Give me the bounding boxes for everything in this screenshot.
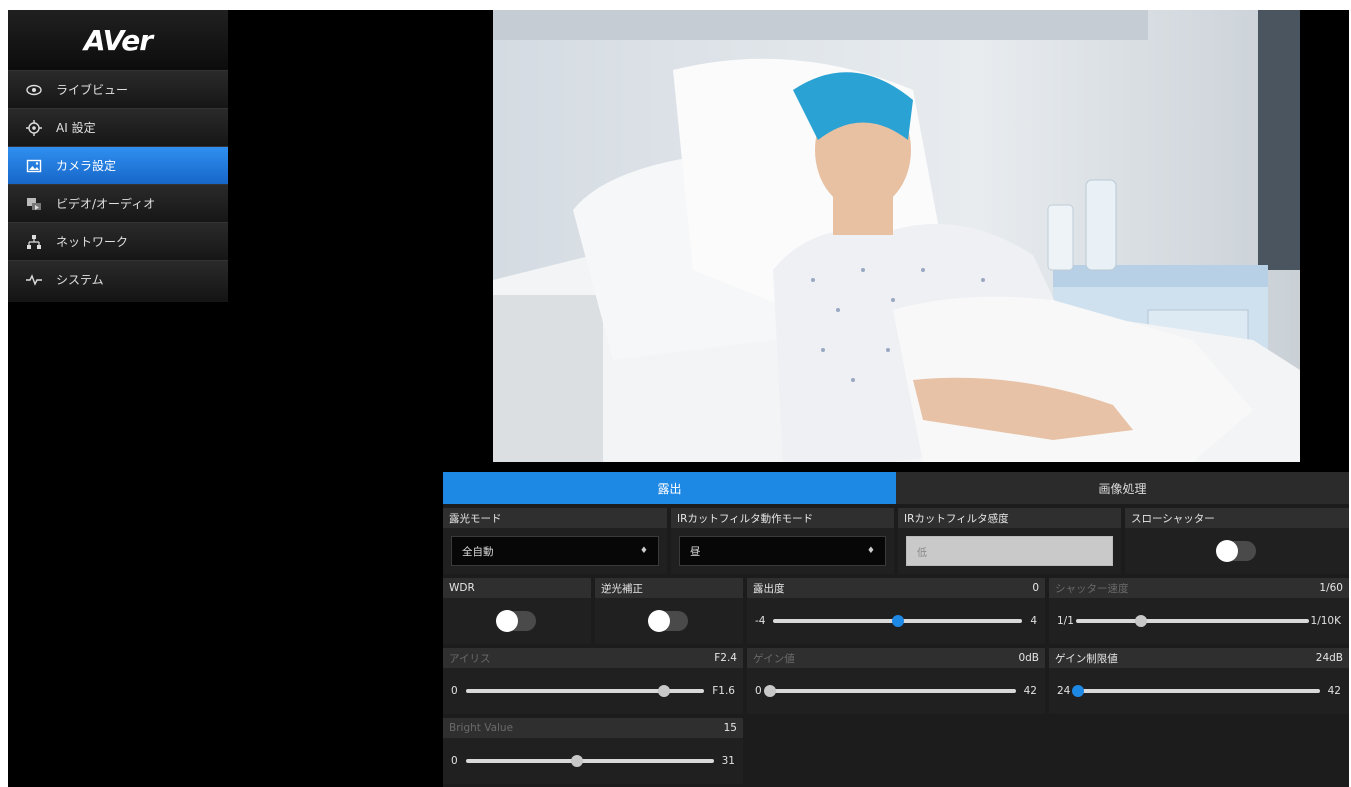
field-label: 逆光補正 — [601, 582, 643, 595]
tab-image-processing[interactable]: 画像処理 — [896, 472, 1349, 504]
sidebar-item-ai-settings[interactable]: AI 設定 — [8, 108, 228, 146]
bright-value-group: Bright Value 15 0 31 — [443, 718, 743, 784]
network-icon — [26, 234, 42, 250]
sidebar-item-network[interactable]: ネットワーク — [8, 222, 228, 260]
sidebar-item-label: ライブビュー — [56, 83, 129, 97]
field-label: IRカットフィルタ動作モード — [677, 512, 814, 525]
field-value: 24dB — [1315, 652, 1343, 664]
field-label: スローシャッター — [1131, 512, 1215, 525]
sidebar-item-label: システム — [56, 273, 104, 287]
gain-slider[interactable]: 0 42 — [755, 685, 1037, 697]
ir-mode-select[interactable]: 昼 ♦ — [679, 536, 886, 566]
gain-limit-slider[interactable]: 24 42 — [1057, 685, 1341, 697]
caret-down-icon: ♦ — [866, 546, 875, 556]
field-value: 15 — [723, 722, 737, 734]
field-label: IRカットフィルタ感度 — [904, 512, 1009, 525]
field-label: Bright Value — [449, 722, 514, 734]
image-icon — [26, 158, 42, 174]
eye-icon — [26, 82, 42, 98]
field-label: ゲイン値 — [753, 652, 795, 665]
field-label: WDR — [449, 582, 475, 594]
field-label: アイリス — [449, 652, 491, 665]
sidebar-item-system[interactable]: システム — [8, 260, 228, 298]
exposure-level-slider[interactable]: -4 4 — [755, 615, 1037, 627]
ir-sensitivity-group: IRカットフィルタ感度 低 — [898, 508, 1121, 574]
sidebar-item-camera-settings[interactable]: カメラ設定 — [8, 146, 228, 184]
shutter-speed-group: シャッター速度 1/60 1/1 1/10K — [1049, 578, 1349, 644]
slow-shutter-toggle[interactable] — [1216, 540, 1256, 562]
field-label: シャッター速度 — [1055, 582, 1129, 595]
slider-thumb[interactable] — [657, 685, 670, 697]
field-value: F2.4 — [714, 652, 737, 664]
camera-preview — [493, 10, 1300, 462]
slider-thumb[interactable] — [1135, 615, 1148, 627]
field-value: 0 — [1032, 582, 1039, 594]
sidebar: AVer ライブビュー AI 設定 カメラ設定 ビデオ/オーディオ ネットワーク… — [8, 10, 228, 302]
slider-thumb[interactable] — [571, 755, 584, 767]
field-label: 露光モード — [449, 512, 502, 525]
backlight-group: 逆光補正 — [595, 578, 743, 644]
sidebar-item-label: ビデオ/オーディオ — [56, 197, 156, 211]
aver-logo: AVer — [8, 10, 228, 70]
shutter-speed-slider[interactable]: 1/1 1/10K — [1057, 615, 1341, 627]
exposure-mode-group: 露光モード 全自動 ♦ — [443, 508, 667, 574]
field-label: ゲイン制限値 — [1055, 652, 1118, 665]
ir-sensitivity-field: 低 — [906, 536, 1113, 566]
field-value: 0dB — [1018, 652, 1039, 664]
ir-mode-group: IRカットフィルタ動作モード 昼 ♦ — [671, 508, 894, 574]
iris-group: アイリス F2.4 0 F1.6 — [443, 648, 743, 714]
target-icon — [26, 119, 42, 136]
sidebar-item-label: AI 設定 — [56, 121, 96, 135]
pulse-icon — [26, 272, 42, 288]
tab-exposure[interactable]: 露出 — [443, 472, 896, 504]
slider-thumb[interactable] — [891, 615, 904, 627]
sidebar-item-video-audio[interactable]: ビデオ/オーディオ — [8, 184, 228, 222]
exposure-mode-select[interactable]: 全自動 ♦ — [451, 536, 659, 566]
backlight-toggle[interactable] — [648, 610, 688, 632]
slider-thumb[interactable] — [1072, 685, 1085, 697]
exposure-level-group: 露出度 0 -4 4 — [747, 578, 1045, 644]
slider-thumb[interactable] — [763, 685, 776, 697]
sidebar-item-label: ネットワーク — [56, 235, 129, 249]
app-window: AVer ライブビュー AI 設定 カメラ設定 ビデオ/オーディオ ネットワーク… — [8, 10, 1349, 787]
wdr-toggle[interactable] — [496, 610, 536, 632]
video-audio-icon — [26, 196, 42, 212]
wdr-group: WDR — [443, 578, 591, 644]
iris-slider[interactable]: 0 F1.6 — [451, 685, 735, 697]
field-value: 1/60 — [1319, 582, 1343, 594]
sidebar-item-label: カメラ設定 — [56, 159, 117, 173]
field-label: 露出度 — [753, 582, 785, 595]
slow-shutter-group: スローシャッター — [1125, 508, 1349, 574]
caret-down-icon: ♦ — [639, 546, 648, 556]
bright-value-slider[interactable]: 0 31 — [451, 755, 735, 767]
sidebar-item-live-view[interactable]: ライブビュー — [8, 70, 228, 108]
gain-limit-group: ゲイン制限値 24dB 24 42 — [1049, 648, 1349, 714]
gain-group: ゲイン値 0dB 0 42 — [747, 648, 1045, 714]
settings-panel: 露出 画像処理 露光モード 全自動 ♦ IRカットフィルタ動作モード 昼 ♦ IRカ… — [443, 472, 1349, 787]
